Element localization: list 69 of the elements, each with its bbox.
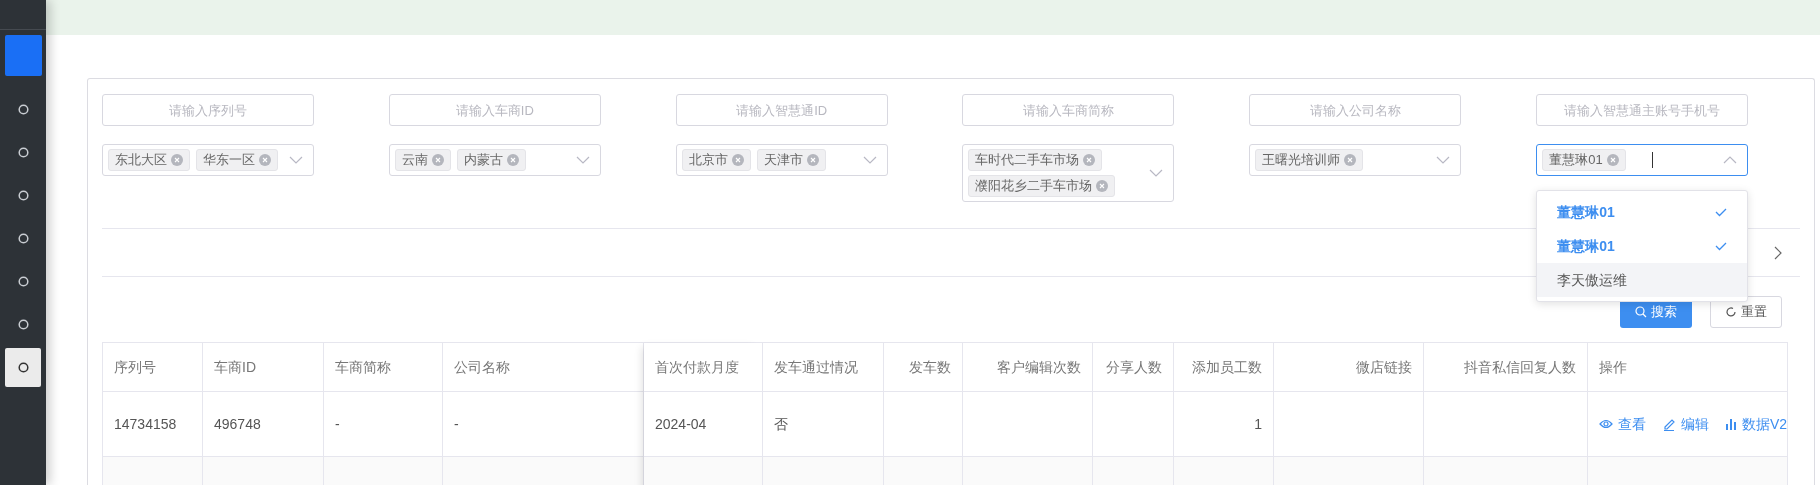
circle-icon [17,104,29,115]
circle-icon [17,276,29,287]
bar-chart-icon [1725,418,1737,430]
tag-label: 内蒙古 [463,151,503,170]
tag-label: 董慧琳01 [1549,151,1603,170]
multi-select[interactable]: 王曙光培训师 [1249,144,1462,176]
multi-select[interactable]: 东北大区 华东一区 [102,144,314,176]
tag-label: 王曙光培训师 [1262,151,1341,170]
chevron-down-icon [289,156,303,164]
chevron-down-icon [862,156,877,164]
dropdown-option[interactable]: 董慧琳01 [1537,195,1748,229]
chevron-down-icon [1436,156,1451,164]
text-cursor [1651,152,1653,168]
close-icon[interactable] [1096,180,1109,192]
refresh-icon [1725,305,1737,318]
table-cell: - [443,392,644,457]
action-link[interactable]: 编辑 [1662,413,1709,435]
tag-label: 华东一区 [203,151,255,170]
circle-icon [17,233,29,244]
action-link[interactable]: 数据V2 [1725,413,1788,435]
chevron-down-icon [575,156,590,164]
dropdown-option[interactable]: 董慧琳01 [1537,229,1748,263]
eye-icon [1599,419,1613,429]
pencil-icon [1662,417,1676,431]
table-cell: - [324,392,443,457]
close-icon[interactable] [1606,154,1619,166]
tag-label: 东北大区 [115,151,167,170]
multi-select[interactable]: 云南 内蒙古 [388,144,601,176]
logo-icon [4,35,42,76]
close-icon[interactable] [1083,154,1096,166]
close-icon[interactable] [1344,154,1357,166]
table-cell: 2024-04 [644,392,763,457]
action-link[interactable]: 查看 [1599,413,1646,435]
check-icon [1715,207,1728,217]
chevron-right-icon[interactable] [1774,245,1782,260]
tag-label: 天津市 [763,151,803,170]
tag-label: 濮阳花乡二手车市场 [975,177,1093,196]
search-field[interactable]: 请输入智慧通主账号手机号 [1536,94,1749,126]
table-cell: 496748 [203,392,324,457]
check-icon [1715,241,1728,251]
search-field[interactable]: 请输入车商简称 [962,94,1175,126]
search-field[interactable]: 请输入车商ID [388,94,601,126]
circle-icon [17,147,29,158]
search-field[interactable]: 请输入公司名称 [1249,94,1462,126]
dropdown-option[interactable]: 李天傲运维 [1537,263,1748,297]
search-field[interactable]: 请输入序列号 [102,94,314,126]
close-icon[interactable] [259,154,271,166]
chevron-up-icon [1723,156,1738,164]
multi-select[interactable]: 董慧琳01 [1536,144,1749,176]
close-icon[interactable] [731,154,744,166]
table-cell: 1 [1174,392,1274,457]
tag-label: 车时代二手车市场 [975,151,1080,170]
close-icon[interactable] [506,154,519,166]
chevron-down-icon [1149,169,1164,177]
sidebar-item[interactable] [5,348,41,387]
circle-icon [17,319,29,330]
circle-icon [17,190,29,201]
close-icon[interactable] [171,154,183,166]
circle-icon [17,362,29,373]
table-cell: 否 [763,392,884,457]
tag-label: 北京市 [688,151,728,170]
search-field[interactable]: 请输入智慧通ID [675,94,888,126]
close-icon[interactable] [806,154,819,166]
close-icon[interactable] [431,154,444,166]
table-cell: 14734158 [103,392,203,457]
multi-select[interactable]: 北京市 天津市 [675,144,888,176]
tag-label: 云南 [401,151,428,170]
search-icon [1635,305,1647,318]
multi-select[interactable]: 车时代二手车市场 濮阳花乡二手车市场 [962,144,1175,202]
